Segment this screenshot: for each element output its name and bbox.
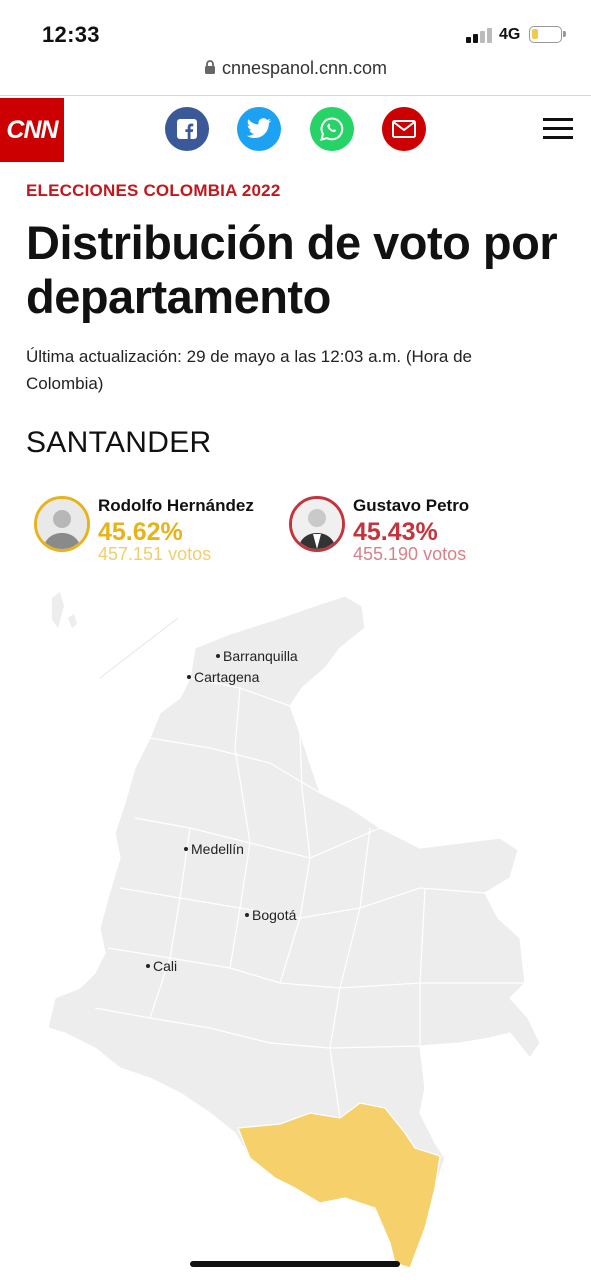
candidate-avatar bbox=[34, 496, 90, 552]
whatsapp-icon bbox=[320, 117, 344, 141]
twitter-share-button[interactable] bbox=[237, 107, 281, 151]
candidate-percent: 45.62% bbox=[98, 518, 183, 546]
city-label-cali: Cali bbox=[146, 958, 177, 974]
cnn-logo[interactable]: CNN bbox=[0, 98, 64, 162]
city-label-medellin: Medellín bbox=[184, 841, 244, 857]
facebook-icon bbox=[177, 119, 197, 139]
hamburger-menu-icon[interactable] bbox=[543, 118, 573, 140]
email-icon bbox=[392, 120, 416, 138]
url-text: cnnespanol.cnn.com bbox=[221, 58, 388, 78]
department-name: SANTANDER bbox=[26, 426, 212, 459]
island-region bbox=[68, 614, 77, 628]
candidate-votes: 457.151 votos bbox=[98, 544, 212, 564]
candidate-avatar bbox=[289, 496, 345, 552]
facebook-share-button[interactable] bbox=[165, 107, 209, 151]
candidate-name: Gustavo Petro bbox=[353, 496, 470, 515]
lock-icon bbox=[204, 59, 216, 80]
last-updated: Última actualización: 29 de mayo a las 1… bbox=[26, 347, 473, 393]
status-time: 12:33 bbox=[42, 22, 100, 47]
email-share-button[interactable] bbox=[382, 107, 426, 151]
candidate-votes: 455.190 votos bbox=[353, 544, 467, 564]
battery-icon bbox=[529, 26, 566, 43]
status-bar: 12:33 4G bbox=[0, 0, 591, 56]
city-label-barranquilla: Barranquilla bbox=[216, 648, 298, 664]
candidate-percent: 45.43% bbox=[353, 518, 438, 546]
colombia-map[interactable]: Barranquilla Cartagena Medellín Bogotá C… bbox=[40, 588, 550, 1269]
home-indicator[interactable] bbox=[190, 1261, 400, 1267]
candidate-name: Rodolfo Hernández bbox=[98, 496, 254, 515]
city-label-cartagena: Cartagena bbox=[187, 669, 259, 685]
page-title: Distribución de voto por departamento bbox=[26, 216, 558, 323]
network-type: 4G bbox=[499, 26, 521, 43]
signal-icon bbox=[466, 27, 492, 43]
whatsapp-share-button[interactable] bbox=[310, 107, 354, 151]
section-kicker[interactable]: ELECCIONES COLOMBIA 2022 bbox=[26, 181, 281, 201]
island-region bbox=[52, 592, 64, 628]
city-label-bogota: Bogotá bbox=[245, 907, 296, 923]
address-bar[interactable]: cnnespanol.cnn.com bbox=[0, 58, 591, 96]
twitter-icon bbox=[246, 118, 272, 138]
site-header: CNN bbox=[0, 97, 591, 162]
